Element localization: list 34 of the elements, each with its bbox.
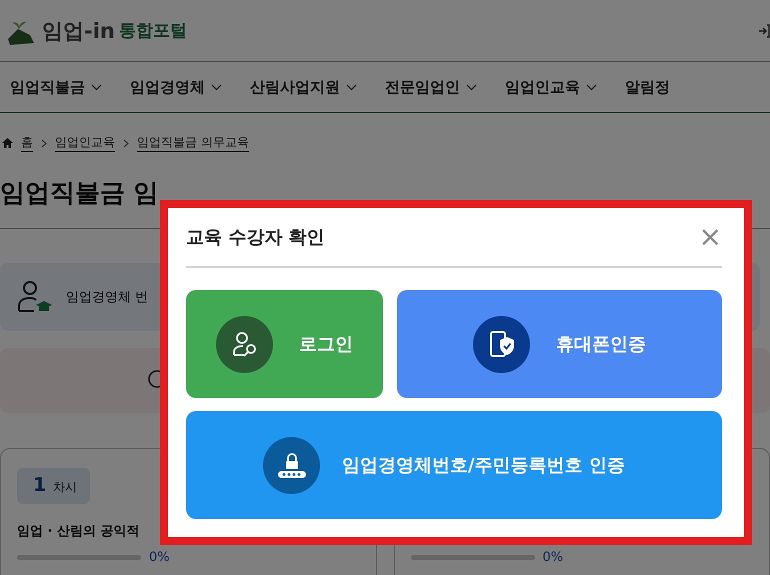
nav-menu-item[interactable]: 임업경영체 — [130, 78, 222, 96]
logo-text: 임업-in — [42, 18, 115, 44]
notice-text: 임업경영체 번 — [66, 289, 148, 306]
breadcrumb-link[interactable]: 임업직불금 의무교육 — [137, 134, 249, 152]
lesson-number: 1 — [33, 474, 46, 496]
chevron-down-icon — [346, 84, 357, 90]
id-number-verify-button[interactable]: 임업경영체번호/주민등록번호 인증 — [186, 411, 722, 519]
user-key-icon — [232, 331, 258, 357]
nav-menu-item[interactable]: 임업직불금 — [10, 78, 102, 96]
login-icon[interactable] — [758, 24, 770, 38]
chevron-down-icon — [211, 84, 222, 90]
nav-menu-item[interactable]: 임업인교육 — [505, 78, 597, 96]
dialog-title: 교육 수강자 확인 — [186, 226, 325, 249]
chevron-right-icon — [123, 138, 129, 148]
chevron-down-icon — [91, 84, 102, 90]
logo-subtitle: 통합포털 — [118, 20, 187, 42]
breadcrumb-link[interactable]: 홈 — [21, 134, 33, 152]
nav-menu-item[interactable]: 전문임업인 — [385, 78, 477, 96]
phone-verify-button[interactable]: 휴대폰인증 — [397, 290, 722, 398]
progress-percent: 0% — [149, 550, 170, 565]
lock-password-icon — [276, 452, 306, 478]
lesson-unit: 차시 — [53, 479, 78, 496]
chevron-down-icon — [586, 84, 597, 90]
home-icon[interactable] — [2, 138, 13, 148]
nav-menu-item[interactable]: 산림사업지원 — [250, 78, 357, 96]
login-button[interactable]: 로그인 — [186, 290, 383, 398]
nav-menu-item[interactable]: 알림정 — [625, 78, 670, 96]
chevron-right-icon — [41, 138, 47, 148]
chevron-down-icon — [466, 84, 477, 90]
progress-percent: 0% — [542, 550, 564, 565]
user-graduate-icon — [16, 279, 52, 315]
breadcrumb-link[interactable]: 임업인교육 — [55, 134, 115, 152]
phone-shield-icon — [488, 330, 514, 358]
lesson-title: 임업 · 산림의 공익적 — [17, 523, 141, 540]
